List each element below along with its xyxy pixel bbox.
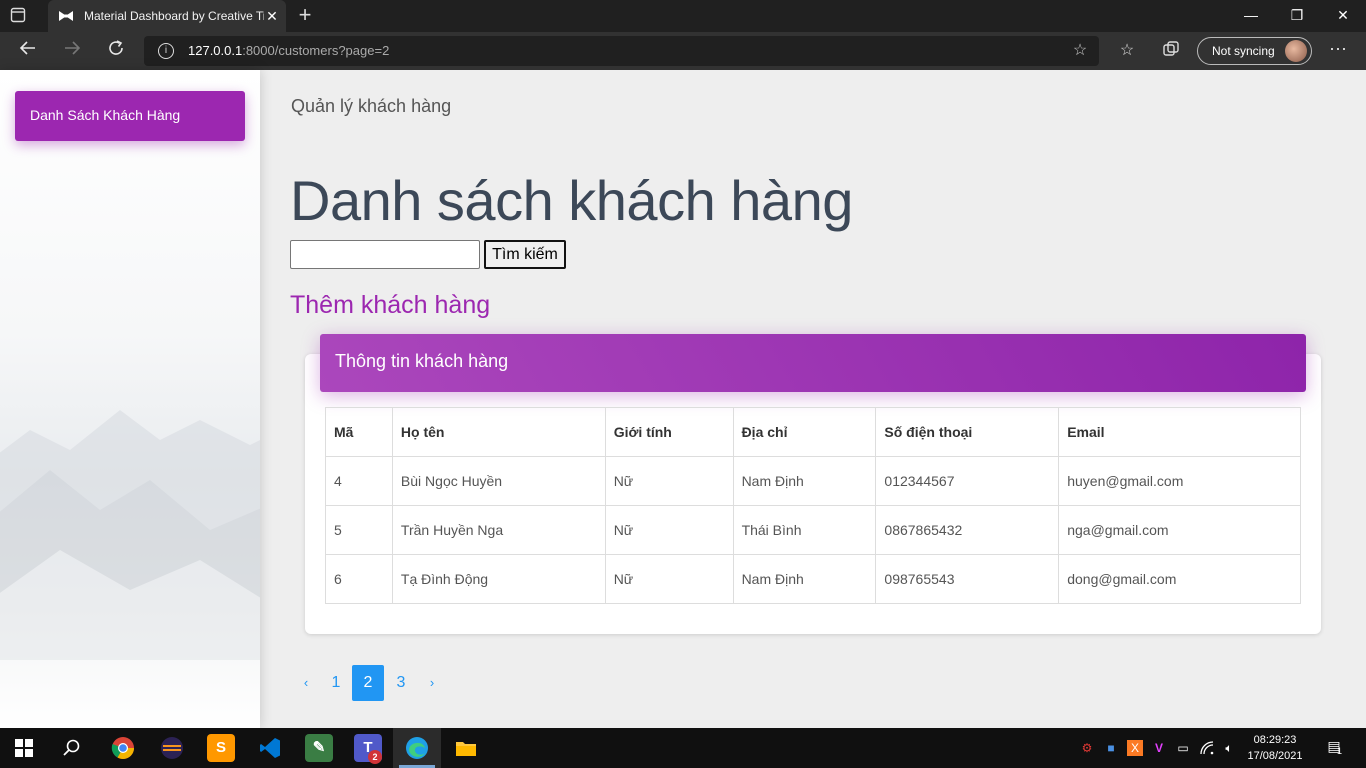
cell-gender: Nữ	[604, 456, 734, 506]
cell-id: 6	[325, 554, 393, 604]
clock-time: 08:29:23	[1253, 734, 1297, 746]
card-header: Thông tin khách hàng	[320, 334, 1306, 392]
search-button[interactable]: Tìm kiếm	[484, 240, 566, 269]
add-customer-link[interactable]: Thêm khách hàng	[290, 291, 490, 320]
tab-close-icon[interactable]: ✕	[264, 6, 280, 26]
pagination-next[interactable]: ›	[416, 665, 448, 701]
bowtie-favicon-icon	[58, 10, 74, 22]
column-header-id: Mã	[325, 407, 393, 457]
address-bar[interactable]: i 127.0.0.1:8000/customers?page=2 ☆	[144, 36, 1099, 66]
tray-app-icon[interactable]: ⚙	[1079, 740, 1095, 756]
table-row: 6 Tạ Đình Động Nữ Nam Định 098765543 don…	[325, 554, 1301, 604]
battery-icon[interactable]: ▭	[1175, 740, 1191, 756]
cell-id: 4	[325, 456, 393, 506]
cell-phone: 012344567	[875, 456, 1060, 506]
sidebar: Danh Sách Khách Hàng	[0, 70, 260, 728]
navbar-brand[interactable]: Quản lý khách hàng	[291, 96, 451, 117]
window-restore-icon[interactable]: ❐	[1274, 0, 1320, 32]
window-close-icon[interactable]: ✕	[1320, 0, 1366, 32]
notification-count: 1	[1337, 746, 1343, 756]
page-title: Danh sách khách hàng	[290, 169, 853, 232]
taskbar: S ✎ T 2 ⚙ ■ X V ▭ 🔈︎ 08:29:23 17/08/2021…	[0, 728, 1366, 768]
edge-icon[interactable]	[403, 734, 431, 762]
url-path: :8000/customers?page=2	[242, 43, 390, 58]
cell-gender: Nữ	[604, 505, 734, 555]
sidebar-background-image	[0, 410, 260, 660]
window-minimize-icon[interactable]: —	[1228, 0, 1274, 32]
column-header-phone: Số điện thoại	[875, 407, 1060, 457]
cell-name: Bùi Ngọc Huyền	[391, 456, 606, 506]
url-host: 127.0.0.1	[188, 43, 243, 58]
table-header-row: Mã Họ tên Giới tính Địa chỉ Số điện thoạ…	[325, 407, 1301, 457]
sublime-text-icon[interactable]: S	[207, 734, 235, 762]
more-menu-icon[interactable]: ⋯	[1326, 40, 1350, 62]
refresh-icon[interactable]	[101, 36, 131, 66]
column-header-gender: Giới tính	[604, 407, 734, 457]
column-header-address: Địa chỉ	[732, 407, 877, 457]
pagination-page-3[interactable]: 3	[385, 665, 417, 701]
url-text: 127.0.0.1:8000/customers?page=2	[188, 43, 389, 58]
volume-icon[interactable]: 🔈︎	[1221, 740, 1237, 756]
cell-phone: 098765543	[875, 554, 1060, 604]
v-app-icon[interactable]: V	[1151, 740, 1167, 756]
sidebar-item-label: Danh Sách Khách Hàng	[30, 107, 181, 123]
chrome-icon[interactable]	[109, 734, 137, 762]
file-explorer-icon[interactable]	[452, 734, 480, 762]
windows-start-icon[interactable]	[10, 734, 38, 762]
notepad-plus-plus-icon[interactable]: ✎	[305, 734, 333, 762]
tab-actions-icon[interactable]	[10, 7, 38, 27]
forward-icon[interactable]	[57, 36, 87, 66]
main-content: Quản lý khách hàng Danh sách khách hàng …	[260, 70, 1366, 728]
cell-email: nga@gmail.com	[1058, 505, 1301, 555]
site-info-icon[interactable]: i	[158, 43, 174, 59]
cell-id: 5	[325, 505, 393, 555]
cell-email: dong@gmail.com	[1058, 554, 1301, 604]
profile-avatar	[1285, 40, 1307, 62]
cell-address: Thái Bình	[732, 505, 877, 555]
search-input[interactable]	[290, 240, 480, 269]
tab-title: Material Dashboard by Creative Tim	[84, 9, 264, 23]
browser-tab-bar: Material Dashboard by Creative Tim ✕ + —…	[0, 0, 1366, 32]
cell-phone: 0867865432	[875, 505, 1060, 555]
sidebar-item-customer-list[interactable]: Danh Sách Khách Hàng	[15, 91, 245, 141]
eclipse-icon[interactable]	[158, 734, 186, 762]
customer-table: Mã Họ tên Giới tính Địa chỉ Số điện thoạ…	[325, 407, 1301, 604]
new-tab-icon[interactable]: +	[294, 4, 316, 26]
pagination-page-1[interactable]: 1	[320, 665, 352, 701]
cell-name: Tạ Đình Động	[391, 554, 606, 604]
pagination-prev[interactable]: ‹	[290, 665, 322, 701]
browser-tab[interactable]: Material Dashboard by Creative Tim ✕	[48, 0, 286, 32]
favorites-icon[interactable]: ☆	[1116, 40, 1138, 62]
card-title: Thông tin khách hàng	[335, 351, 509, 371]
wifi-icon[interactable]	[1199, 740, 1215, 756]
tray-network-app-icon[interactable]: ■	[1103, 740, 1119, 756]
cell-gender: Nữ	[604, 554, 734, 604]
cell-name: Trần Huyền Nga	[391, 505, 606, 555]
teams-badge: 2	[368, 750, 382, 764]
xampp-icon[interactable]: X	[1127, 740, 1143, 756]
table-row: 5 Trần Huyền Nga Nữ Thái Bình 0867865432…	[325, 505, 1301, 555]
search-icon[interactable]	[58, 734, 86, 762]
collections-icon[interactable]	[1160, 40, 1182, 62]
add-favorite-icon[interactable]: ☆	[1070, 41, 1090, 61]
browser-nav-bar: i 127.0.0.1:8000/customers?page=2 ☆ ☆ No…	[0, 32, 1366, 70]
system-clock[interactable]: 08:29:23 17/08/2021	[1240, 732, 1310, 764]
cell-address: Nam Định	[732, 554, 877, 604]
table-row: 4 Bùi Ngọc Huyền Nữ Nam Định 012344567 h…	[325, 456, 1301, 506]
column-header-name: Họ tên	[391, 407, 606, 457]
vscode-icon[interactable]	[256, 734, 284, 762]
column-header-email: Email	[1058, 407, 1301, 457]
sync-label: Not syncing	[1212, 44, 1275, 58]
back-icon[interactable]	[13, 36, 43, 66]
sync-button[interactable]: Not syncing	[1197, 37, 1312, 65]
pagination-page-2[interactable]: 2	[352, 665, 384, 701]
notification-center-icon[interactable]: ▤ 1	[1322, 738, 1346, 758]
clock-date: 17/08/2021	[1247, 750, 1303, 762]
cell-address: Nam Định	[732, 456, 877, 506]
cell-email: huyen@gmail.com	[1058, 456, 1301, 506]
